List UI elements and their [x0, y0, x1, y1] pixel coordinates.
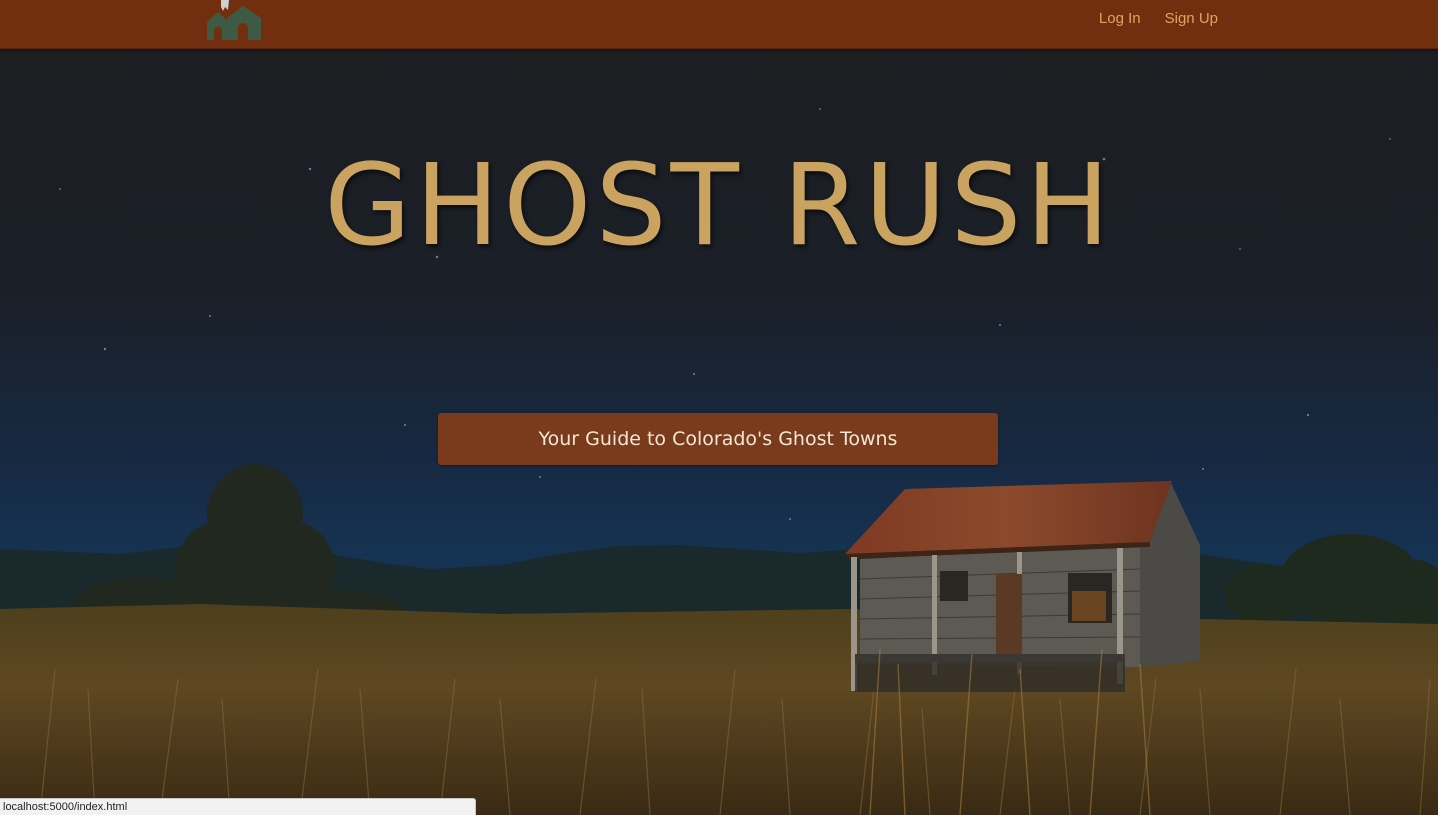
login-link[interactable]: Log In: [1099, 10, 1141, 28]
hero-section: GHOST RUSH Your Guide to Colorado's Ghos…: [0, 49, 1438, 815]
page: Log In Sign Up GHOST RUSH Your Guide to …: [0, 0, 1438, 815]
nav-links: Log In Sign Up: [1099, 10, 1218, 28]
tagline-button[interactable]: Your Guide to Colorado's Ghost Towns: [438, 413, 998, 465]
browser-status-bar: localhost:5000/index.html: [0, 798, 476, 815]
ghost-town-logo-icon[interactable]: [205, 0, 263, 44]
site-title: GHOST RUSH: [324, 141, 1114, 271]
cabin-illustration: [845, 481, 1200, 692]
signup-link[interactable]: Sign Up: [1165, 10, 1218, 28]
top-navbar: Log In Sign Up: [0, 0, 1438, 49]
